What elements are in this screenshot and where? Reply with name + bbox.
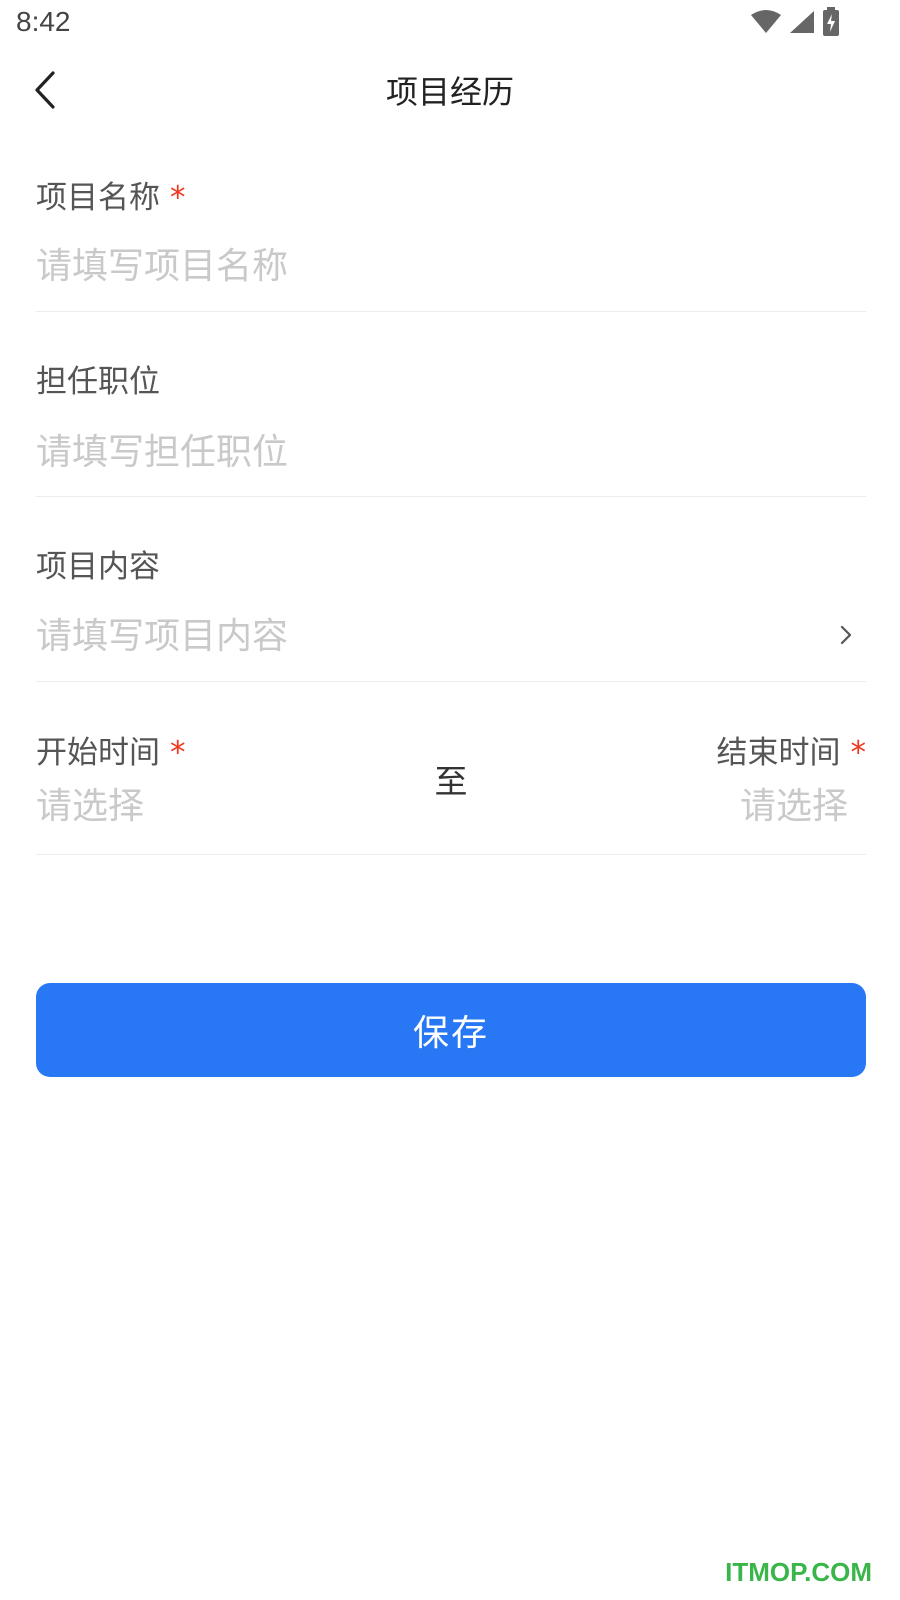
end-time-label: 结束时间 [716, 735, 841, 771]
status-time: 8:42 [16, 6, 71, 37]
position-input[interactable] [36, 424, 816, 480]
end-time-label-group: 结束时间 * [717, 733, 867, 773]
status-icons [750, 7, 840, 41]
project-name-label: 项目名称 [36, 180, 160, 216]
page-title: 项目经历 [385, 73, 514, 111]
project-content-placeholder: 请填写项目内容 [36, 616, 289, 657]
project-name-input[interactable] [36, 238, 816, 294]
project-name-label-group: 项目名称 * [36, 178, 186, 218]
position-label: 担任职位 [36, 364, 160, 400]
chevron-right-icon [836, 621, 856, 649]
end-time-picker[interactable]: 请选择 [740, 779, 848, 835]
save-button[interactable]: 保存 [36, 983, 866, 1077]
required-mark: * [850, 735, 867, 771]
status-bar: 8:42 [0, 0, 900, 48]
watermark: ITMOP.COM [725, 1557, 872, 1587]
project-content-label: 项目内容 [36, 549, 160, 585]
wifi-icon [750, 9, 782, 39]
project-name-row: 项目名称 * [36, 170, 866, 312]
required-mark: * [170, 180, 186, 216]
cell-signal-icon [788, 9, 816, 39]
position-row: 担任职位 [36, 356, 866, 497]
battery-charging-icon [822, 7, 840, 41]
nav-bar: 项目经历 [0, 48, 900, 144]
project-content-row[interactable]: 项目内容 请填写项目内容 [36, 541, 866, 682]
date-range-row: 开始时间 * 请选择 至 结束时间 * 请选择 [36, 727, 866, 855]
